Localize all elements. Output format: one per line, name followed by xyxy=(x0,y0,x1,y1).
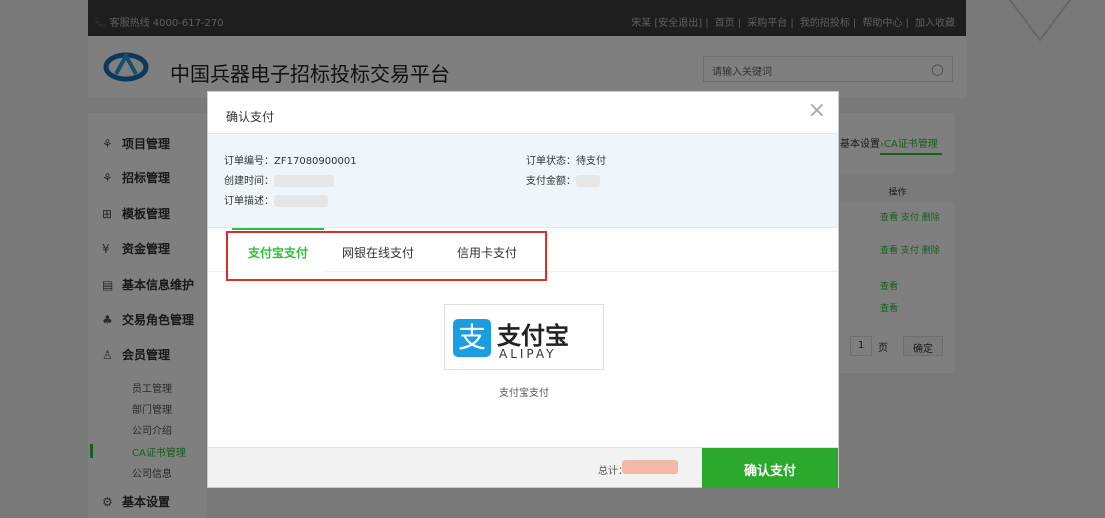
redacted-value xyxy=(274,195,328,207)
redacted-value xyxy=(274,175,334,187)
close-icon[interactable]: × xyxy=(808,98,826,123)
modal-footer: 总计： 确认支付 xyxy=(208,447,838,488)
alipay-option[interactable]: 支 支付宝 ALIPAY xyxy=(444,304,604,370)
modal-title: 确认支付 xyxy=(226,110,275,124)
payment-tabs: 支付宝支付 网银在线支付 信用卡支付 xyxy=(208,228,838,281)
pay-amount: 支付金额： xyxy=(526,172,600,187)
amount-label: 支付金额： xyxy=(526,176,576,187)
modal-body: 支 支付宝 ALIPAY 支付宝支付 xyxy=(208,272,838,448)
alipay-icon: 支 xyxy=(453,319,491,357)
order-number: 订单编号：ZF17080900001 xyxy=(224,156,357,167)
order-info: 订单编号：ZF17080900001 创建时间： 订单描述： 订单状态：待支付 … xyxy=(208,134,838,228)
order-status: 订单状态：待支付 xyxy=(526,156,606,167)
modal-header: 确认支付 xyxy=(208,92,838,134)
create-time-label: 创建时间： xyxy=(224,176,274,187)
desc-label: 订单描述： xyxy=(224,196,274,207)
create-time: 创建时间： xyxy=(224,172,334,187)
alipay-brand-en: ALIPAY xyxy=(499,347,557,361)
alipay-caption: 支付宝支付 xyxy=(499,388,549,399)
order-description: 订单描述： xyxy=(224,192,328,207)
confirm-pay-button[interactable]: 确认支付 xyxy=(702,448,838,488)
redacted-value xyxy=(576,175,600,187)
total-value-redacted xyxy=(622,460,678,474)
payment-modal: 确认支付 × 订单编号：ZF17080900001 创建时间： 订单描述： 订单… xyxy=(207,91,839,488)
page: 📞 客服热线 4000-617-270 宋某 [安全退出]| 首页| 采购平台|… xyxy=(0,0,1105,518)
alipay-brand: 支付宝 xyxy=(497,322,569,350)
